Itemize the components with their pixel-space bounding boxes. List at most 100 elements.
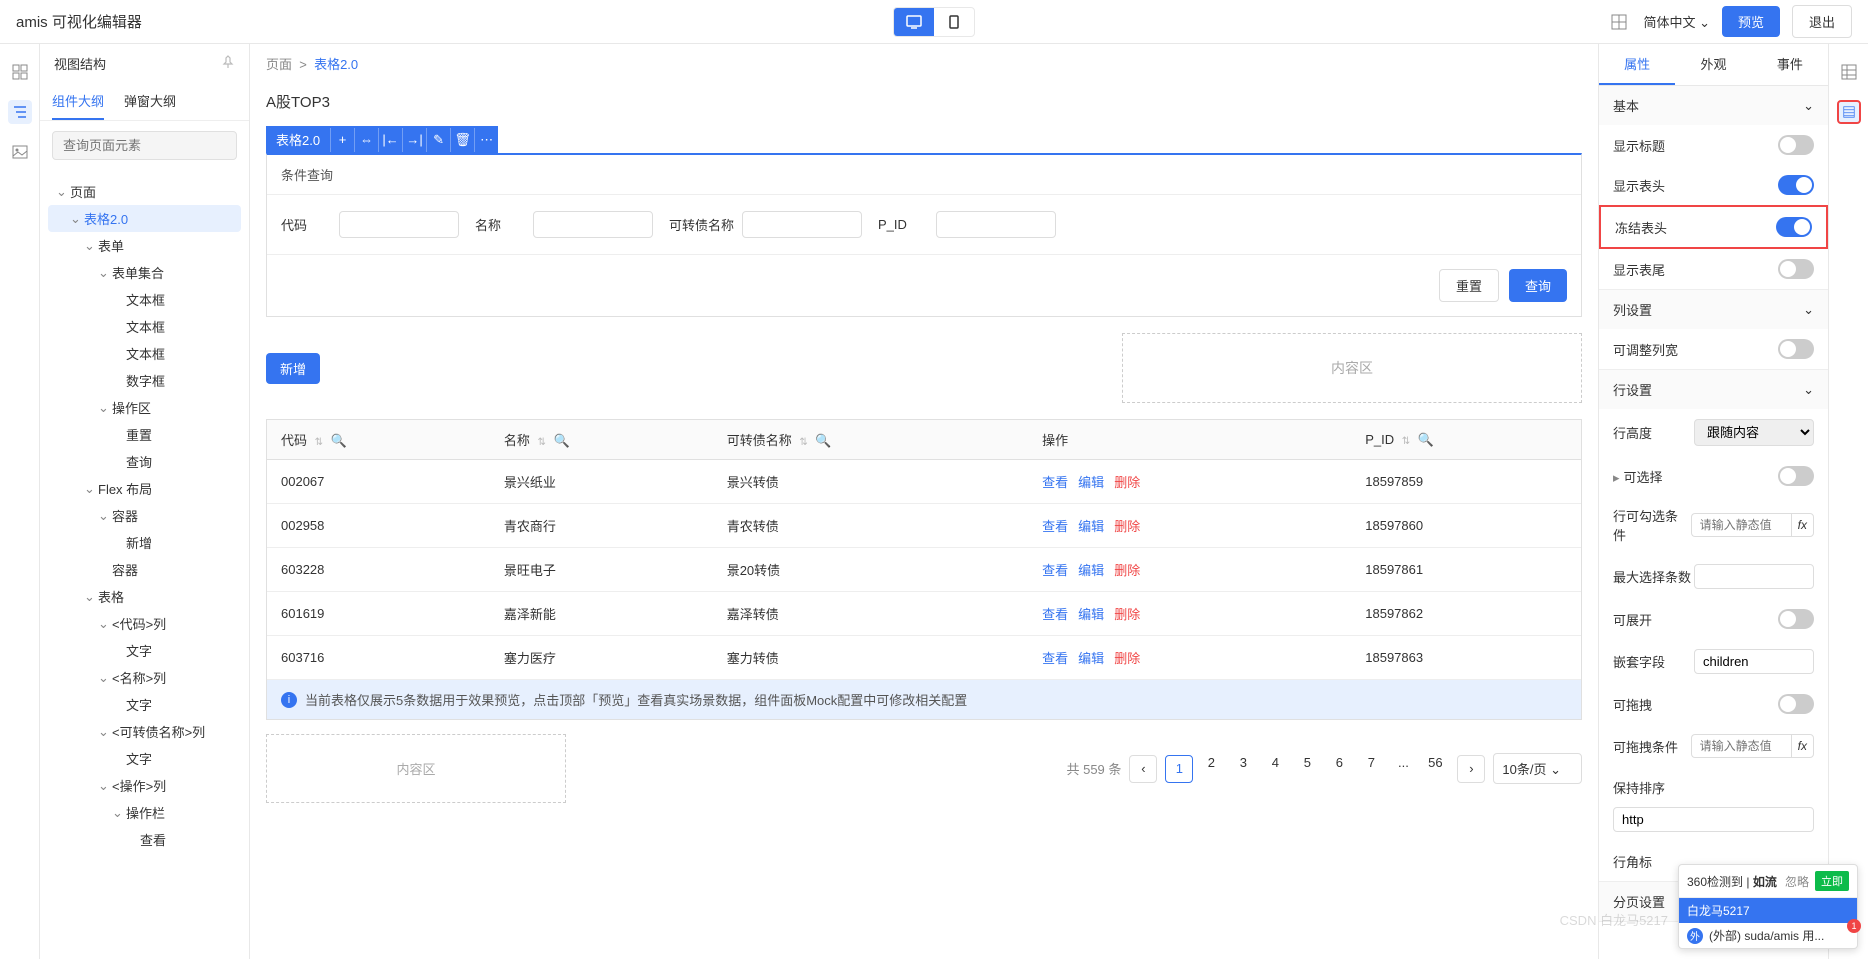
- tab-dialog-outline[interactable]: 弹窗大纲: [124, 83, 176, 120]
- fx-button[interactable]: fx: [1791, 513, 1814, 537]
- page-number[interactable]: 7: [1357, 755, 1385, 783]
- image-icon[interactable]: [8, 140, 32, 164]
- section-columns[interactable]: 列设置⌄: [1599, 290, 1828, 329]
- adjustable-width-toggle[interactable]: [1778, 339, 1814, 359]
- outline-icon[interactable]: [8, 100, 32, 124]
- delete-link[interactable]: 删除: [1114, 519, 1140, 534]
- view-link[interactable]: 查看: [1042, 475, 1068, 490]
- tab-component-outline[interactable]: 组件大纲: [52, 83, 104, 120]
- tool-delete[interactable]: 🗑: [450, 128, 474, 152]
- tab-events[interactable]: 事件: [1752, 44, 1828, 85]
- grid-icon[interactable]: [1607, 10, 1631, 34]
- tree-item[interactable]: ⌄<操作>列: [48, 772, 241, 799]
- tab-appearance[interactable]: 外观: [1675, 44, 1751, 85]
- tree-item[interactable]: ⌄<名称>列: [48, 664, 241, 691]
- pin-icon[interactable]: [221, 55, 235, 72]
- tree-item[interactable]: ⌄表格2.0: [48, 205, 241, 232]
- column-header[interactable]: 可转债名称 ⇅ 🔍: [713, 420, 1028, 460]
- search-input[interactable]: [52, 131, 237, 160]
- keep-order-input[interactable]: [1613, 807, 1814, 832]
- page-number[interactable]: 56: [1421, 755, 1449, 783]
- page-number[interactable]: ...: [1389, 755, 1417, 783]
- section-basic[interactable]: 基本⌄: [1599, 86, 1828, 125]
- view-link[interactable]: 查看: [1042, 519, 1068, 534]
- desktop-view-button[interactable]: [894, 8, 934, 36]
- components-icon[interactable]: [8, 60, 32, 84]
- query-button[interactable]: 查询: [1509, 269, 1567, 302]
- show-title-toggle[interactable]: [1778, 135, 1814, 155]
- fx-button[interactable]: fx: [1791, 734, 1814, 758]
- drag-condition-input[interactable]: [1691, 734, 1791, 758]
- exit-button[interactable]: 退出: [1792, 5, 1852, 38]
- table-detail-icon[interactable]: [1837, 100, 1861, 124]
- delete-link[interactable]: 删除: [1114, 475, 1140, 490]
- field-input[interactable]: [339, 211, 459, 238]
- prev-page-button[interactable]: ‹: [1129, 755, 1157, 783]
- tree-item[interactable]: 文本框: [48, 286, 241, 313]
- selectable-toggle[interactable]: [1778, 466, 1814, 486]
- tree-item[interactable]: ⌄表单集合: [48, 259, 241, 286]
- row-height-select[interactable]: 跟随内容: [1694, 419, 1814, 446]
- tree-item[interactable]: 文字: [48, 691, 241, 718]
- add-button[interactable]: 新增: [266, 353, 320, 384]
- page-number[interactable]: 3: [1229, 755, 1257, 783]
- tree-item[interactable]: ⌄<可转债名称>列: [48, 718, 241, 745]
- field-input[interactable]: [742, 211, 862, 238]
- tool-expand[interactable]: ⇔: [354, 128, 378, 152]
- delete-link[interactable]: 删除: [1114, 651, 1140, 666]
- tree-item[interactable]: ⌄操作栏: [48, 799, 241, 826]
- tab-properties[interactable]: 属性: [1599, 44, 1675, 85]
- column-header[interactable]: 代码 ⇅ 🔍: [267, 420, 490, 460]
- freeze-header-toggle[interactable]: [1776, 217, 1812, 237]
- view-link[interactable]: 查看: [1042, 651, 1068, 666]
- tree-item[interactable]: 新增: [48, 529, 241, 556]
- tree-item[interactable]: 查询: [48, 448, 241, 475]
- column-header[interactable]: P_ID ⇅ 🔍: [1351, 420, 1581, 460]
- tree-item[interactable]: 文本框: [48, 313, 241, 340]
- page-size-select[interactable]: 10条/页 ⌄: [1493, 753, 1582, 784]
- delete-link[interactable]: 删除: [1114, 607, 1140, 622]
- reset-button[interactable]: 重置: [1439, 269, 1499, 302]
- tree-item[interactable]: ⌄表格: [48, 583, 241, 610]
- page-number[interactable]: 5: [1293, 755, 1321, 783]
- view-link[interactable]: 查看: [1042, 607, 1068, 622]
- tree-item[interactable]: 重置: [48, 421, 241, 448]
- language-select[interactable]: 简体中文 ⌄: [1643, 12, 1710, 31]
- page-number[interactable]: 4: [1261, 755, 1289, 783]
- next-page-button[interactable]: ›: [1457, 755, 1485, 783]
- tool-add[interactable]: +: [330, 128, 354, 152]
- table-icon[interactable]: [1837, 60, 1861, 84]
- section-rows[interactable]: 行设置⌄: [1599, 370, 1828, 409]
- nested-field-input[interactable]: [1694, 649, 1814, 674]
- page-number[interactable]: 1: [1165, 755, 1193, 783]
- tree-item[interactable]: 数字框: [48, 367, 241, 394]
- field-input[interactable]: [533, 211, 653, 238]
- notif-user[interactable]: 白龙马5217: [1679, 898, 1857, 923]
- edit-link[interactable]: 编辑: [1078, 475, 1104, 490]
- expandable-toggle[interactable]: [1778, 609, 1814, 629]
- tree-item[interactable]: ⌄容器: [48, 502, 241, 529]
- tree-item[interactable]: 文字: [48, 745, 241, 772]
- show-header-toggle[interactable]: [1778, 175, 1814, 195]
- tree-item[interactable]: 文字: [48, 637, 241, 664]
- tree-item[interactable]: 文本框: [48, 340, 241, 367]
- max-select-input[interactable]: [1694, 564, 1814, 589]
- tool-more[interactable]: ⋯: [474, 128, 498, 152]
- tree-item[interactable]: ⌄页面: [48, 178, 241, 205]
- tool-move-left[interactable]: |←: [378, 128, 402, 152]
- immediate-button[interactable]: 立即: [1815, 871, 1849, 891]
- tree-item[interactable]: 查看: [48, 826, 241, 853]
- tree-item[interactable]: 容器: [48, 556, 241, 583]
- edit-link[interactable]: 编辑: [1078, 519, 1104, 534]
- tree-item[interactable]: ⌄操作区: [48, 394, 241, 421]
- tool-move-right[interactable]: →|: [402, 128, 426, 152]
- page-number[interactable]: 2: [1197, 755, 1225, 783]
- edit-link[interactable]: 编辑: [1078, 563, 1104, 578]
- preview-button[interactable]: 预览: [1722, 6, 1780, 37]
- draggable-toggle[interactable]: [1778, 694, 1814, 714]
- tree-item[interactable]: ⌄<代码>列: [48, 610, 241, 637]
- ignore-link[interactable]: 忽略: [1785, 873, 1809, 890]
- edit-link[interactable]: 编辑: [1078, 607, 1104, 622]
- tree-item[interactable]: ⌄Flex 布局: [48, 475, 241, 502]
- column-header[interactable]: 操作: [1028, 420, 1351, 460]
